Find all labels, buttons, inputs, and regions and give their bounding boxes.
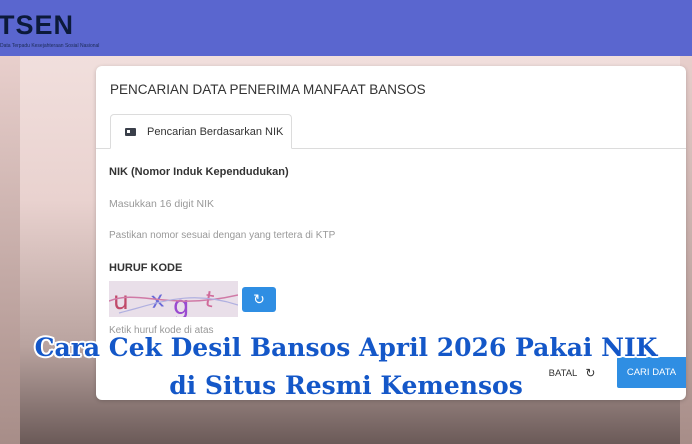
svg-text:g: g (173, 291, 190, 317)
tab-label: Pencarian Berdasarkan NIK (147, 125, 284, 138)
captcha-image: u x g t (109, 281, 238, 317)
captcha-label: HURUF KODE (109, 262, 183, 274)
headline-line-2: di Situs Resmi Kemensos (169, 371, 523, 400)
site-logo[interactable]: TSEN (0, 10, 74, 41)
refresh-icon: ↻ (253, 291, 265, 307)
headline-overlay: Cara Cek Desil Bansos April 2026 Pakai N… (0, 329, 692, 405)
id-card-icon (125, 127, 136, 136)
site-logo-subtext: Data Terpadu Kesejahteraan Sosial Nasion… (0, 43, 100, 49)
card-title: PENCARIAN DATA PENERIMA MANFAAT BANSOS (110, 82, 426, 97)
nik-input[interactable] (109, 190, 679, 218)
captcha-refresh-button[interactable]: ↻ (242, 287, 276, 312)
navbar: TSEN Data Terpadu Kesejahteraan Sosial N… (0, 0, 692, 56)
nik-label: NIK (Nomor Induk Kependudukan) (109, 166, 289, 178)
headline-line-1: Cara Cek Desil Bansos April 2026 Pakai N… (34, 333, 658, 362)
tab-search-by-nik[interactable]: Pencarian Berdasarkan NIK (110, 114, 292, 149)
nik-hint: Pastikan nomor sesuai dengan yang terter… (109, 230, 336, 241)
